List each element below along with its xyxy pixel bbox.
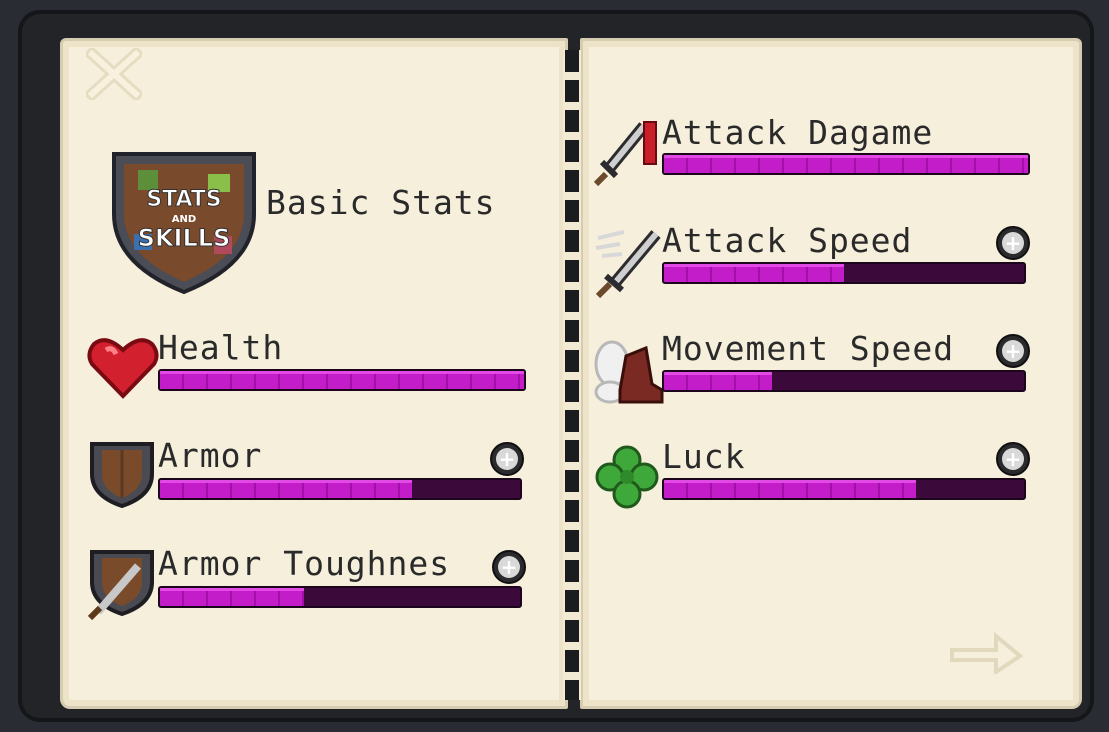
next-page-arrow-icon[interactable] xyxy=(948,630,1024,674)
attack-speed-upgrade-button[interactable]: + xyxy=(996,226,1030,260)
stat-bar-fill xyxy=(664,264,844,282)
clover-icon xyxy=(595,445,659,509)
heart-icon xyxy=(87,338,159,399)
stat-bar-fill xyxy=(664,155,1028,173)
stat-bar-luck xyxy=(662,478,1026,500)
shield-sword-icon xyxy=(87,550,154,621)
stat-label-attack-damage: Attack Dagame xyxy=(662,113,934,152)
sword-damage-icon xyxy=(594,121,657,187)
luck-upgrade-button[interactable]: + xyxy=(996,442,1030,476)
stat-bar-fill xyxy=(664,480,916,498)
stat-label-luck: Luck xyxy=(662,437,746,476)
armor-toughness-upgrade-button[interactable]: + xyxy=(492,550,526,584)
svg-text:SKILLS: SKILLS xyxy=(138,224,231,252)
armor-upgrade-button[interactable]: + xyxy=(490,442,524,476)
stat-label-armor: Armor xyxy=(158,436,263,475)
movement-speed-upgrade-button[interactable]: + xyxy=(996,334,1030,368)
stat-label-movement-speed: Movement Speed xyxy=(662,329,955,368)
stat-bar-fill xyxy=(160,588,304,606)
boot-icon xyxy=(594,340,664,404)
book-spine xyxy=(563,50,581,700)
stat-bar-fill xyxy=(664,372,772,390)
stat-bar-attack-speed xyxy=(662,262,1026,284)
stat-label-attack-speed: Attack Speed xyxy=(662,221,913,260)
page-title: Basic Stats xyxy=(266,183,496,222)
close-icon[interactable] xyxy=(86,48,142,100)
stat-label-armor-toughness: Armor Toughnes xyxy=(158,544,451,583)
stat-bar-movement-speed xyxy=(662,370,1026,392)
stat-bar-armor xyxy=(158,478,522,500)
stat-bar-armor-toughness xyxy=(158,586,522,608)
stat-label-health: Health xyxy=(158,328,284,367)
stat-bar-health xyxy=(158,369,526,391)
stats-and-skills-logo: STATS AND SKILLS xyxy=(112,152,256,295)
sword-speed-icon xyxy=(595,230,661,298)
stat-bar-attack-damage xyxy=(662,153,1030,175)
logo-text: STATS xyxy=(146,187,221,212)
stat-bar-fill xyxy=(160,371,524,389)
stat-bar-fill xyxy=(160,480,412,498)
shield-icon xyxy=(90,442,154,508)
